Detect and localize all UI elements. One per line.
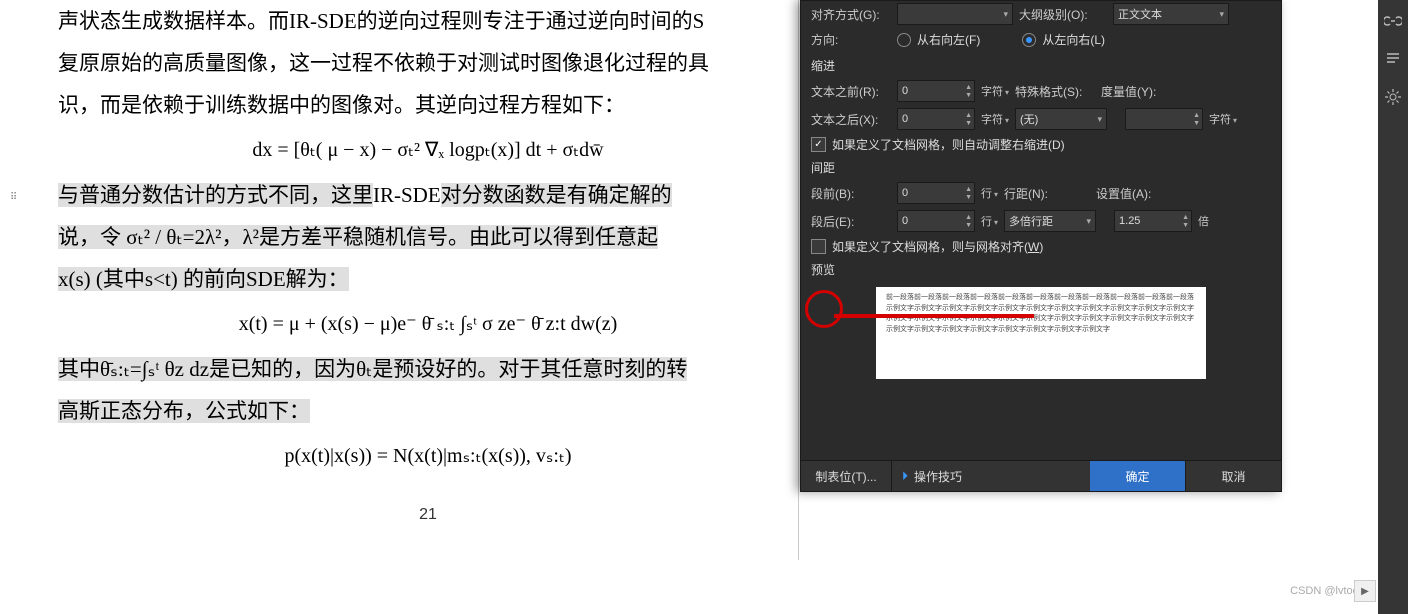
outline-level-label: 大纲级别(O): xyxy=(1019,6,1107,23)
doc-paragraph: 识，而是依赖于训练数据中的图像对。其逆向过程方程如下： xyxy=(58,84,798,126)
checkbox-checked-icon xyxy=(811,137,826,152)
line-spacing-label: 行距(N): xyxy=(1004,185,1064,202)
spinner-arrows-icon: ▲▼ xyxy=(1182,211,1189,231)
right-toolbar xyxy=(1378,0,1408,614)
tips-label: 操作技巧 xyxy=(914,468,962,485)
play-icon: ⏵ xyxy=(902,469,908,484)
radio-off-icon xyxy=(897,33,911,47)
highlighted-text: 高斯正态分布，公式如下： xyxy=(58,399,310,423)
checkbox-unchecked-icon xyxy=(811,239,826,254)
doc-equation: p(x(t)|x(s)) = N(x(t)|mₛ:ₜ(x(s)), vₛ:ₜ) xyxy=(58,436,798,476)
scroll-right-button[interactable]: ▶ xyxy=(1354,580,1376,602)
alignment-label: 对齐方式(G): xyxy=(811,6,891,23)
text: 声状态生成数据样本。而 xyxy=(58,9,289,33)
special-format-combo[interactable]: (无) ▾ xyxy=(1015,108,1107,130)
set-value-label: 设置值(A): xyxy=(1096,185,1166,202)
after-paragraph-label: 段后(E): xyxy=(811,213,891,230)
tips-button[interactable]: ⏵ 操作技巧 xyxy=(892,461,1090,491)
line-spacing-value: 多倍行距 xyxy=(1009,213,1053,229)
direction-rtl-radio[interactable]: 从右向左(F) xyxy=(897,31,980,48)
unit-dropdown[interactable]: 字符▾ xyxy=(1209,111,1237,127)
spinner-value: 1.25 xyxy=(1119,215,1140,227)
highlighted-text: 与普通分数估计的方式不同，这里 xyxy=(58,183,373,207)
highlighted-text: 其中θ̄ₛ:ₜ=∫ₛᵗ θz dz是已知的，因为θₜ是预设好的。对于其任意时刻的… xyxy=(58,357,687,381)
doc-paragraph: x(s) (其中s<t) 的前向SDE解为： xyxy=(58,258,798,300)
direction-label: 方向: xyxy=(811,31,891,48)
gear-icon[interactable] xyxy=(1384,88,1402,106)
snap-to-grid-checkbox[interactable]: 如果定义了文档网格，则与网格对齐(W) xyxy=(801,235,1281,258)
doc-paragraph: 声状态生成数据样本。而IR-SDE的逆向过程则专注于通过逆向时间的S xyxy=(58,0,798,42)
drag-handle-icon[interactable]: ⠿ xyxy=(10,192,18,203)
spinner-arrows-icon: ▲▼ xyxy=(965,81,972,101)
unit-label: 倍 xyxy=(1198,213,1209,229)
highlighted-text: 说，令 σₜ² / θₜ=2λ²，λ²是方差平稳随机信号。由此可以得到任意起 xyxy=(58,225,658,249)
spinner-arrows-icon: ▲▼ xyxy=(965,211,972,231)
doc-paragraph: 复原原始的高质量图像，这一过程不依赖于对测试时图像退化过程的具 xyxy=(58,42,798,84)
before-text-spinner[interactable]: 0 ▲▼ xyxy=(897,80,975,102)
before-text-label: 文本之前(R): xyxy=(811,83,891,100)
cancel-button[interactable]: 取消 xyxy=(1185,461,1281,491)
after-paragraph-spinner[interactable]: 0 ▲▼ xyxy=(897,210,975,232)
spinner-value: 0 xyxy=(902,187,908,199)
measure-value-spinner[interactable]: ▲▼ xyxy=(1125,108,1203,130)
radio-label: 从左向右(L) xyxy=(1042,31,1105,48)
spinner-arrows-icon: ▲▼ xyxy=(965,183,972,203)
radio-label: 从右向左(F) xyxy=(917,31,980,48)
before-paragraph-label: 段前(B): xyxy=(811,185,891,202)
after-text-label: 文本之后(X): xyxy=(811,111,891,128)
radio-on-icon xyxy=(1022,33,1036,47)
before-paragraph-spinner[interactable]: 0 ▲▼ xyxy=(897,182,975,204)
alignment-combo[interactable]: ▾ xyxy=(897,3,1013,25)
spinner-arrows-icon: ▲▼ xyxy=(965,109,972,129)
chevron-down-icon: ▾ xyxy=(1086,216,1091,227)
unit-dropdown[interactable]: 行▾ xyxy=(981,185,998,201)
chevron-down-icon: ▾ xyxy=(1003,9,1008,20)
unit-dropdown[interactable]: 行▾ xyxy=(981,213,998,229)
indent-section-header: 缩进 xyxy=(801,54,1281,77)
checkbox-label: 如果定义了文档网格，则与网格对齐(W) xyxy=(832,238,1043,255)
highlighted-text: 对分数函数是有确定解的 xyxy=(441,183,672,207)
spinner-arrows-icon: ▲▼ xyxy=(1193,109,1200,129)
doc-paragraph: 说，令 σₜ² / θₜ=2λ²，λ²是方差平稳随机信号。由此可以得到任意起 xyxy=(58,216,798,258)
ok-button[interactable]: 确定 xyxy=(1090,461,1185,491)
after-text-spinner[interactable]: 0 ▲▼ xyxy=(897,108,975,130)
link-icon[interactable] xyxy=(1384,12,1402,30)
preview-section-header: 预览 xyxy=(801,258,1281,281)
doc-paragraph: 其中θ̄ₛ:ₜ=∫ₛᵗ θz dz是已知的，因为θₜ是预设好的。对于其任意时刻的… xyxy=(58,348,798,390)
special-format-label: 特殊格式(S): xyxy=(1015,83,1095,100)
outline-level-value: 正文文本 xyxy=(1118,6,1162,22)
direction-ltr-radio[interactable]: 从左向右(L) xyxy=(1022,31,1105,48)
text: IR-SDE xyxy=(289,9,357,33)
chevron-down-icon: ▾ xyxy=(1097,114,1102,125)
highlighted-text: x(s) (其中s<t) 的前向SDE解为： xyxy=(58,267,349,291)
doc-paragraph: 与普通分数估计的方式不同，这里IR-SDE对分数函数是有确定解的 xyxy=(58,174,798,216)
paragraph-icon[interactable] xyxy=(1384,50,1402,68)
special-format-value: (无) xyxy=(1020,111,1038,127)
text: IR-SDE xyxy=(373,183,441,207)
auto-adjust-indent-checkbox[interactable]: 如果定义了文档网格，则自动调整右缩进(D) xyxy=(801,133,1281,156)
doc-paragraph: 高斯正态分布，公式如下： xyxy=(58,390,798,432)
unit-dropdown[interactable]: 字符▾ xyxy=(981,83,1009,99)
spinner-value: 0 xyxy=(902,215,908,227)
page-number: 21 xyxy=(58,506,798,524)
tabs-button[interactable]: 制表位(T)... xyxy=(801,461,892,491)
preview-box: 前一段落前一段落前一段落前一段落前一段落前一段落前一段落前一段落前一段落前一段落… xyxy=(876,287,1206,379)
outline-level-combo[interactable]: 正文文本 ▾ xyxy=(1113,3,1229,25)
document-preview: 声状态生成数据样本。而IR-SDE的逆向过程则专注于通过逆向时间的S 复原原始的… xyxy=(58,0,799,560)
checkbox-label: 如果定义了文档网格，则自动调整右缩进(D) xyxy=(832,136,1065,153)
doc-equation: dx = [θₜ( μ − x) − σₜ² ∇ₓ logpₜ(x)] dt +… xyxy=(58,130,798,170)
text: 的逆向过程则专注于通过逆向时间的S xyxy=(357,9,705,33)
chevron-down-icon: ▾ xyxy=(1219,9,1224,20)
doc-equation: x(t) = μ + (x(s) − μ)e⁻ θ̄ ₛ:ₜ ∫ₛᵗ σ ze⁻… xyxy=(58,304,798,344)
set-value-spinner[interactable]: 1.25 ▲▼ xyxy=(1114,210,1192,232)
spacing-section-header: 间距 xyxy=(801,156,1281,179)
spinner-value: 0 xyxy=(902,113,908,125)
line-spacing-combo[interactable]: 多倍行距 ▾ xyxy=(1004,210,1096,232)
spinner-value: 0 xyxy=(902,85,908,97)
measure-value-label: 度量值(Y): xyxy=(1101,83,1171,100)
unit-dropdown[interactable]: 字符▾ xyxy=(981,111,1009,127)
paragraph-dialog: 对齐方式(G): ▾ 大纲级别(O): 正文文本 ▾ 方向: 从右向左(F) 从… xyxy=(800,0,1282,492)
